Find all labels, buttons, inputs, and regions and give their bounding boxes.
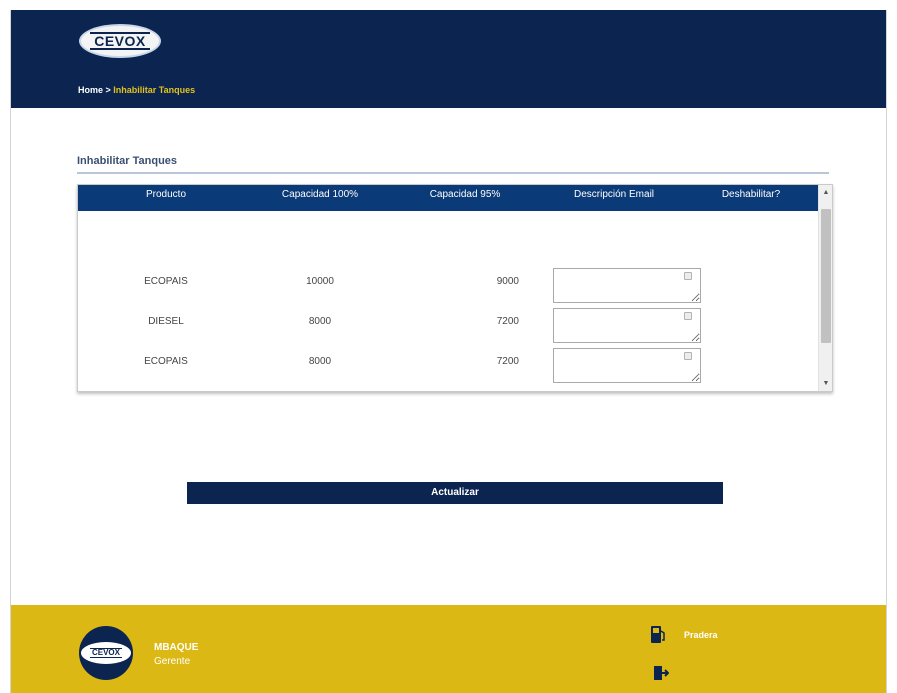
logo-text: CEVOX	[90, 32, 150, 50]
cell-deshabilitar	[684, 268, 818, 308]
email-description-input[interactable]	[553, 308, 701, 343]
cell-capacidad-100: 8000	[308, 316, 332, 327]
breadcrumb-current: Inhabilitar Tanques	[113, 85, 196, 95]
scroll-thumb[interactable]	[821, 209, 831, 343]
update-button[interactable]: Actualizar	[187, 482, 723, 504]
section-title: Inhabilitar Tanques	[77, 155, 178, 167]
section-divider	[77, 172, 829, 174]
cell-deshabilitar	[684, 308, 818, 348]
cell-producto: ECOPAIS	[144, 276, 188, 287]
cell-email	[544, 268, 701, 308]
user-role: Gerente	[154, 656, 191, 667]
cell-email	[544, 308, 701, 348]
table-row: ECOPAIS 10000 9000	[78, 268, 818, 308]
user-name: MBAQUE	[154, 642, 199, 653]
station-link[interactable]: Pradera	[684, 630, 718, 640]
breadcrumb-home[interactable]: Home	[78, 85, 103, 95]
breadcrumb: Home > Inhabilitar Tanques	[78, 85, 195, 95]
footer-logo-text: CEVOX	[89, 648, 122, 658]
cell-capacidad-100: 8000	[308, 356, 332, 367]
gas-pump-icon	[651, 626, 665, 643]
cevox-logo: CEVOX	[79, 24, 161, 58]
table-scrollbar[interactable]: ▲ ▼	[818, 185, 832, 391]
arrow-up-icon[interactable]: ▲	[819, 185, 832, 200]
column-header-deshabilitar: Deshabilitar?	[721, 189, 781, 200]
logout-door-icon[interactable]	[653, 665, 669, 681]
disable-checkbox[interactable]	[684, 352, 692, 360]
app-frame: CEVOX Home > Inhabilitar Tanques Inhabil…	[10, 10, 887, 693]
column-header-capacidad-95: Capacidad 95%	[429, 189, 501, 200]
cell-deshabilitar	[684, 348, 818, 388]
cell-producto: DIESEL	[148, 316, 184, 327]
column-header-capacidad-100: Capacidad 100%	[281, 189, 359, 200]
column-header-descripcion-email: Descripción Email	[573, 189, 655, 200]
disable-checkbox[interactable]	[684, 312, 692, 320]
cell-capacidad-95: 7200	[496, 356, 519, 367]
header: CEVOX Home > Inhabilitar Tanques	[11, 10, 886, 108]
breadcrumb-separator: >	[103, 85, 114, 95]
cell-capacidad-100: 10000	[306, 276, 334, 287]
cell-capacidad-95: 7200	[496, 316, 519, 327]
cell-email	[544, 348, 701, 388]
column-header-producto: Producto	[145, 189, 187, 200]
footer: CEVOX MBAQUE Gerente Pradera	[11, 605, 886, 693]
cell-producto: ECOPAIS	[144, 356, 188, 367]
disable-checkbox[interactable]	[684, 272, 692, 280]
email-description-input[interactable]	[553, 348, 701, 383]
footer-logo: CEVOX	[79, 626, 133, 680]
tanks-table: Producto Capacidad 100% Capacidad 95% De…	[77, 184, 833, 392]
table-row: DIESEL 8000 7200	[78, 308, 818, 348]
arrow-down-icon[interactable]: ▼	[819, 376, 832, 391]
email-description-input[interactable]	[553, 268, 701, 303]
table-header: Producto Capacidad 100% Capacidad 95% De…	[78, 185, 818, 211]
table-row: ECOPAIS 8000 7200	[78, 348, 818, 388]
cell-capacidad-95: 9000	[496, 276, 519, 287]
